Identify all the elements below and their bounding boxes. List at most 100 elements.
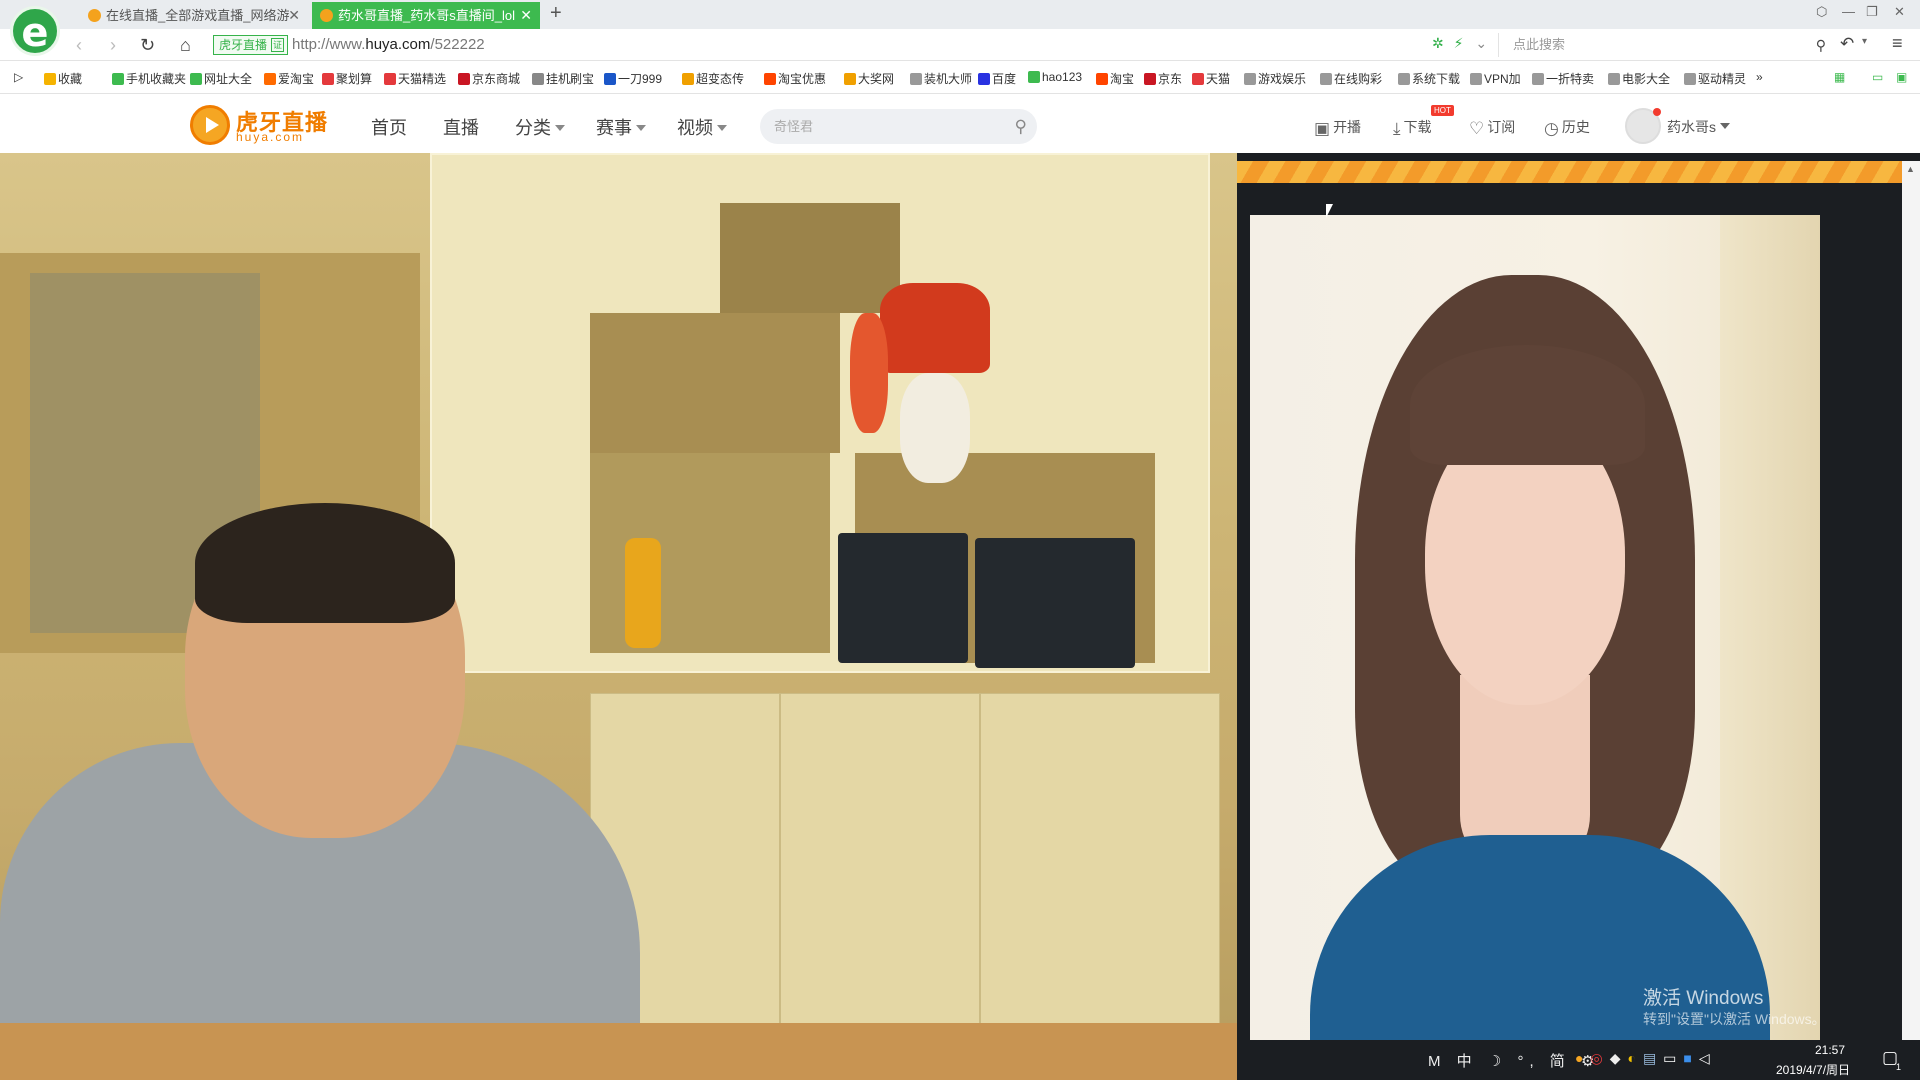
tab-streamer-room[interactable]: 药水哥直播_药水哥s直播间_lol ✕	[312, 2, 540, 29]
red-hat-figure	[880, 283, 990, 373]
huya-tray-icon[interactable]: ●	[1575, 1050, 1590, 1066]
wallet-icon[interactable]: ▣	[1896, 70, 1907, 84]
mouse-cursor-icon	[1326, 204, 1333, 218]
scroll-up-icon[interactable]: ▲	[1906, 164, 1915, 174]
history-button[interactable]: ◷ 历史	[1544, 117, 1590, 139]
g-tray-icon[interactable]: ◐	[1627, 1050, 1642, 1066]
skin-icon[interactable]: ⬡	[1816, 4, 1827, 20]
bookmark-more[interactable]: »	[1756, 70, 1763, 84]
bookmark-favicon-icon	[764, 73, 776, 85]
url-prefix: http://www.	[292, 36, 366, 53]
nav-events[interactable]: 赛事	[596, 114, 646, 140]
bookmark-item[interactable]: 聚划算	[322, 70, 372, 87]
bookmark-favicon-icon	[844, 73, 856, 85]
close-window-icon[interactable]: ✕	[1894, 4, 1905, 20]
bookmark-item[interactable]: 装机大师	[910, 70, 972, 87]
bookmark-item[interactable]: 挂机刷宝	[532, 70, 594, 87]
bookmark-item[interactable]: 一折特卖	[1532, 70, 1594, 87]
chevron-down-icon[interactable]: ⌄	[1475, 35, 1487, 51]
bookmark-favicon-icon	[1192, 73, 1204, 85]
search-icon[interactable]: ⚲	[1015, 109, 1027, 144]
bookmark-item[interactable]: hao123	[1028, 70, 1082, 84]
browser-search-input[interactable]: 点此搜索 ⚲	[1498, 33, 1828, 57]
restore-icon[interactable]: ❐	[1866, 4, 1878, 20]
close-tab-icon[interactable]: ✕	[288, 2, 300, 29]
bookmark-item[interactable]: 百度	[978, 70, 1016, 87]
clock-time[interactable]: 21:57	[1800, 1043, 1860, 1057]
volume-icon[interactable]: ◁	[1699, 1050, 1717, 1066]
search-icon[interactable]: ⚲	[1816, 33, 1826, 57]
speaker	[975, 538, 1135, 668]
menu-icon[interactable]: ≡	[1892, 33, 1903, 54]
sidebar-toggle-icon[interactable]: ▷	[14, 70, 23, 84]
reload-icon[interactable]: ↻	[140, 35, 155, 56]
nav-video[interactable]: 视频	[677, 114, 727, 140]
undo-icon[interactable]: ↶	[1840, 34, 1854, 54]
bookmark-item[interactable]: 大奖网	[844, 70, 894, 87]
bookmark-item[interactable]: 淘宝优惠	[764, 70, 826, 87]
bookmark-item[interactable]: 收藏	[44, 70, 82, 87]
bookmark-favicon-icon	[1470, 73, 1482, 85]
broadcast-button[interactable]: ▣ 开播	[1314, 117, 1361, 139]
shield-tray-icon[interactable]: ■	[1683, 1050, 1698, 1066]
network-tray-icon[interactable]: ▤	[1643, 1050, 1663, 1066]
activation-watermark-title: 激活 Windows	[1643, 988, 1764, 1009]
promo-banner[interactable]	[1237, 161, 1902, 183]
url-field[interactable]: http://www.huya.com/522222	[292, 36, 485, 53]
reader-icon[interactable]: ▭	[1872, 70, 1883, 84]
subscribe-button[interactable]: ♡ 订阅	[1469, 117, 1515, 139]
browser-logo-icon[interactable]: e	[10, 6, 60, 56]
bookmark-item[interactable]: 在线购彩	[1320, 70, 1382, 87]
chevron-down-icon[interactable]: ▾	[1862, 36, 1867, 47]
nav-home[interactable]: 首页	[371, 114, 407, 140]
bookmark-item[interactable]: 京东商城	[458, 70, 520, 87]
bookmark-item[interactable]: VPN加	[1470, 70, 1521, 87]
user-menu[interactable]: 药水哥s	[1667, 117, 1730, 137]
main-video-player[interactable]	[0, 153, 1237, 1080]
site-search-input[interactable]: 奇怪君 ⚲	[760, 109, 1037, 144]
apps-icon[interactable]: ▦	[1834, 70, 1845, 84]
guest-video[interactable]: 激活 Windows 转到"设置"以激活 Windows。	[1250, 215, 1820, 1040]
download-button[interactable]: ⤓ 下载	[1393, 117, 1432, 139]
bookmark-favicon-icon	[682, 73, 694, 85]
caret-down-icon	[636, 125, 646, 131]
bookmark-item[interactable]: 网址大全	[190, 70, 252, 87]
bookmark-item[interactable]: 一刀999	[604, 70, 662, 87]
huya-favicon-icon	[320, 9, 333, 22]
scrollbar[interactable]: ▲	[1902, 161, 1920, 1080]
accelerate-icon[interactable]: ✲	[1432, 35, 1444, 51]
site-identity-badge[interactable]: 虎牙直播 证	[213, 35, 289, 55]
home-icon[interactable]: ⌂	[180, 35, 191, 56]
back-icon[interactable]: ‹	[76, 35, 82, 56]
url-path: /522222	[430, 36, 485, 53]
bookmark-item[interactable]: 系统下载	[1398, 70, 1460, 87]
new-tab-button[interactable]: +	[550, 2, 562, 25]
app-tray-icon[interactable]: ◆	[1610, 1050, 1628, 1066]
clock-date[interactable]: 2019/4/7/周日	[1776, 1061, 1850, 1078]
forward-icon[interactable]: ›	[110, 35, 116, 56]
nav-category[interactable]: 分类	[515, 114, 565, 140]
close-tab-icon[interactable]: ✕	[520, 2, 532, 29]
bookmark-item[interactable]: 爱淘宝	[264, 70, 314, 87]
avatar[interactable]	[1625, 108, 1661, 144]
bookmark-item[interactable]: 天猫	[1192, 70, 1230, 87]
bookmark-favicon-icon	[1144, 73, 1156, 85]
minimize-icon[interactable]: —	[1842, 4, 1855, 19]
bookmark-item[interactable]: 天猫精选	[384, 70, 446, 87]
lightning-icon[interactable]: ⚡	[1454, 35, 1464, 51]
action-label: 订阅	[1487, 119, 1516, 135]
bookmark-item[interactable]: 驱动精灵	[1684, 70, 1746, 87]
bookmark-item[interactable]: 电影大全	[1608, 70, 1670, 87]
bookmark-favicon-icon	[322, 73, 334, 85]
bookmark-item[interactable]: 超变态传	[682, 70, 744, 87]
bookmark-item[interactable]: 淘宝	[1096, 70, 1134, 87]
bookmark-item[interactable]: 游戏娱乐	[1244, 70, 1306, 87]
tab-game-live[interactable]: 在线直播_全部游戏直播_网络游 ✕	[80, 2, 308, 29]
tray-app-icons[interactable]: ●◎◆◐▤▭■◁	[1575, 1050, 1717, 1067]
browser-tray-icon[interactable]: ◎	[1590, 1050, 1609, 1066]
monitor-tray-icon[interactable]: ▭	[1663, 1050, 1683, 1066]
bookmark-item[interactable]: 手机收藏夹	[112, 70, 186, 87]
bookmark-item[interactable]: 京东	[1144, 70, 1182, 87]
nav-live[interactable]: 直播	[443, 114, 479, 140]
nav-label: 首页	[371, 118, 407, 138]
